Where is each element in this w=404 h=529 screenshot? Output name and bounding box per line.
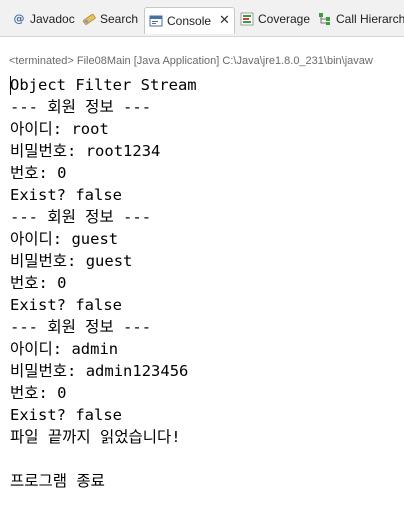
call-hierarchy-icon bbox=[318, 12, 332, 26]
tab-coverage[interactable]: Coverage bbox=[240, 7, 310, 31]
tab-javadoc-label: Javadoc bbox=[30, 12, 75, 26]
console-line: 아이디: guest bbox=[10, 230, 119, 248]
tab-search[interactable]: Search bbox=[82, 7, 138, 31]
console-line: 비밀번호: guest bbox=[10, 252, 133, 270]
tab-call-hierarchy-label: Call Hierarch bbox=[336, 12, 404, 26]
console-icon bbox=[149, 14, 163, 28]
view-tab-bar: @ Javadoc Search Console ✕ Coverage Call… bbox=[0, 0, 404, 37]
console-output[interactable]: Object Filter Stream --- 회원 정보 --- 아이디: ro… bbox=[10, 74, 404, 492]
coverage-icon bbox=[240, 12, 254, 26]
tab-call-hierarchy[interactable]: Call Hierarch bbox=[318, 7, 404, 31]
eclipse-console-window: @ Javadoc Search Console ✕ Coverage Call… bbox=[0, 0, 404, 529]
console-line: 아이디: admin bbox=[10, 340, 119, 358]
console-line: 번호: 0 bbox=[10, 164, 67, 182]
javadoc-icon: @ bbox=[13, 12, 25, 25]
console-line: Exist? false bbox=[10, 296, 122, 314]
tab-search-label: Search bbox=[100, 12, 139, 26]
tab-coverage-label: Coverage bbox=[258, 12, 311, 26]
console-line: Object Filter Stream bbox=[10, 76, 197, 94]
console-line: --- 회원 정보 --- bbox=[10, 318, 152, 336]
console-line: Exist? false bbox=[10, 186, 122, 204]
console-line: 프로그램 종료 bbox=[10, 472, 105, 490]
search-icon bbox=[82, 12, 96, 26]
tab-console[interactable]: Console ✕ bbox=[144, 7, 235, 34]
console-line: 비밀번호: admin123456 bbox=[10, 362, 189, 380]
console-line: --- 회원 정보 --- bbox=[10, 98, 152, 116]
console-line: 비밀번호: root1234 bbox=[10, 142, 161, 160]
tab-console-label: Console bbox=[167, 14, 212, 28]
console-line: 번호: 0 bbox=[10, 274, 67, 292]
console-line: 번호: 0 bbox=[10, 384, 67, 402]
close-icon[interactable]: ✕ bbox=[219, 14, 230, 28]
console-line: --- 회원 정보 --- bbox=[10, 208, 152, 226]
console-line: 파일 끝까지 읽었습니다! bbox=[10, 428, 181, 446]
console-line: Exist? false bbox=[10, 406, 122, 424]
console-line: 아이디: root bbox=[10, 120, 109, 138]
console-status-line: <terminated> File08Main [Java Applicatio… bbox=[9, 55, 373, 67]
tab-javadoc[interactable]: @ Javadoc bbox=[12, 7, 75, 31]
